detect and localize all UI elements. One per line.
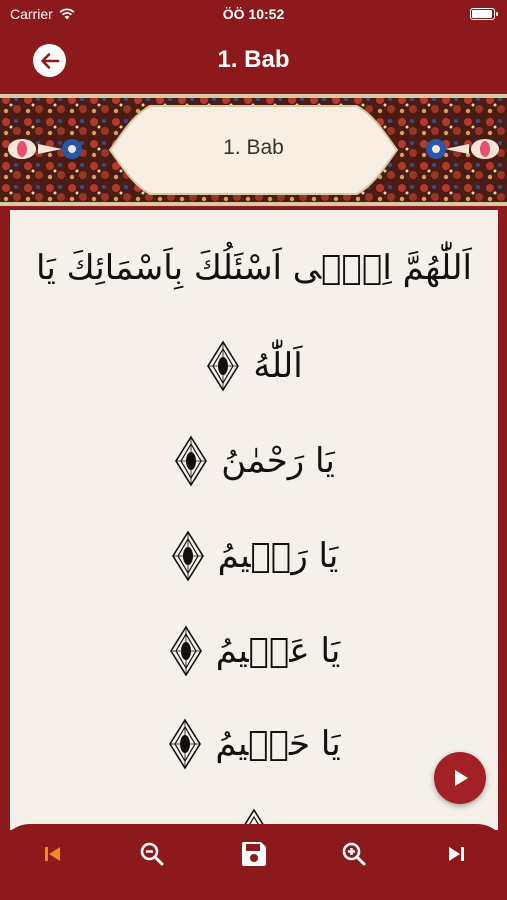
save-button[interactable] — [238, 838, 270, 870]
skip-previous-icon — [45, 847, 60, 861]
chapter-banner: 1. Bab — [0, 94, 507, 206]
rosette-ornament-icon — [171, 530, 204, 582]
rosette-ornament-icon — [169, 625, 202, 677]
verse-content[interactable]: اَللّٰهُمَّ اِنّٖى اَسْئَلُكَ بِاَسْمَائ… — [10, 210, 498, 830]
next-button[interactable] — [440, 838, 472, 870]
page-title: 1. Bab — [217, 46, 290, 73]
verse-text: اَللّٰهُمَّ اِنّٖى اَسْئَلُكَ بِاَسْمَائ… — [36, 248, 472, 288]
verse-text: يَا رَحْمٰنُ — [221, 441, 335, 481]
verse-line: يَا رَحٖيمُ — [10, 530, 498, 582]
rosette-ornament-icon — [169, 718, 202, 770]
rosette-ornament-icon — [175, 435, 208, 487]
navigation-bar: 1. Bab — [0, 30, 507, 92]
banner-title: 1. Bab — [223, 136, 284, 159]
verse-text: يَا رَحٖيمُ — [217, 536, 339, 576]
status-time: ÖÖ 10:52 — [222, 6, 285, 22]
zoom-out-icon — [140, 842, 164, 866]
battery-level — [472, 10, 492, 18]
verse-line: يَا رَحْمٰنُ — [10, 435, 498, 487]
verse-text: يَا حَلٖيمُ — [215, 724, 341, 764]
bottom-toolbar — [0, 824, 507, 900]
play-button[interactable] — [434, 752, 486, 804]
zoom-out-button[interactable] — [136, 838, 168, 870]
verse-line: اَللّٰهُ — [10, 340, 498, 392]
verse-text: يَا عَلٖيمُ — [215, 631, 341, 671]
status-bar: Carrier ÖÖ 10:52 — [0, 0, 507, 30]
verse-text: اَللّٰهُ — [253, 346, 303, 386]
verse-line: يَا عَلٖيمُ — [10, 625, 498, 677]
verse-line: اَللّٰهُمَّ اِنّٖى اَسْئَلُكَ بِاَسْمَائ… — [10, 248, 498, 288]
play-icon — [455, 770, 468, 786]
zoom-in-icon — [342, 842, 366, 866]
rosette-ornament-icon — [207, 340, 240, 392]
save-icon — [242, 842, 266, 866]
skip-next-icon — [449, 847, 464, 861]
battery-icon — [470, 8, 498, 20]
verse-line: يَا حَلٖيمُ — [10, 718, 498, 770]
previous-button[interactable] — [37, 838, 69, 870]
zoom-in-button[interactable] — [338, 838, 370, 870]
